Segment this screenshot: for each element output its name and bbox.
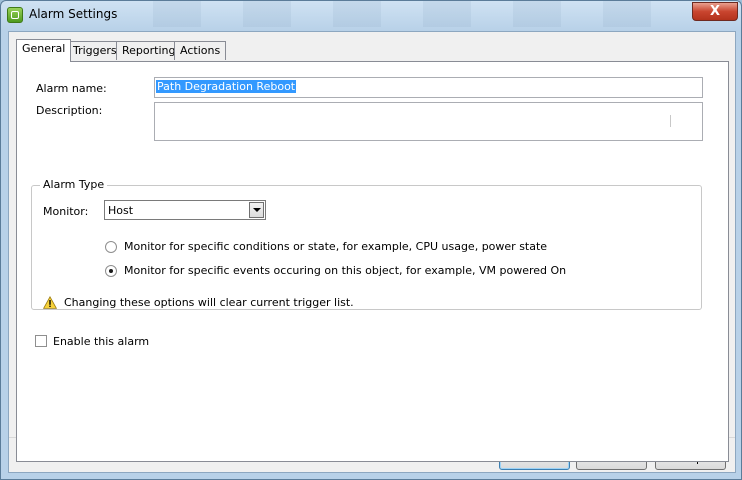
dialog-client-area: General Triggers Reporting Actions Alarm… (8, 31, 736, 473)
description-label: Description: (36, 104, 103, 117)
window-title: Alarm Settings (29, 7, 118, 21)
enable-alarm-label[interactable]: Enable this alarm (53, 335, 149, 348)
radio-monitor-events[interactable] (105, 265, 117, 277)
tab-reporting[interactable]: Reporting (116, 41, 182, 60)
tab-actions[interactable]: Actions (174, 41, 227, 60)
radio-monitor-events-label[interactable]: Monitor for specific events occuring on … (124, 264, 566, 277)
warning-text: Changing these options will clear curren… (64, 296, 354, 309)
titlebar[interactable]: Alarm Settings X (1, 1, 741, 29)
alarm-name-value: Path Degradation Reboot (156, 80, 297, 93)
text-caret (670, 115, 671, 127)
tab-triggers[interactable]: Triggers (67, 41, 123, 60)
enable-alarm-checkbox[interactable] (35, 335, 47, 347)
alarm-settings-window: Alarm Settings X General Triggers Report… (0, 0, 742, 480)
close-button[interactable]: X (692, 2, 738, 21)
general-tab-panel: Alarm name: Path Degradation Reboot Desc… (16, 61, 729, 462)
chevron-down-icon[interactable] (249, 202, 264, 218)
warning-icon (43, 296, 57, 309)
monitor-select[interactable]: Host (104, 200, 266, 220)
alarm-name-input[interactable]: Path Degradation Reboot (154, 77, 703, 98)
alarm-name-label: Alarm name: (36, 82, 107, 95)
description-input[interactable] (154, 102, 703, 141)
monitor-label: Monitor: (43, 205, 89, 218)
alarm-type-group-title: Alarm Type (40, 178, 108, 191)
tab-general[interactable]: General (16, 39, 72, 62)
radio-monitor-conditions[interactable] (105, 241, 117, 253)
vsphere-app-icon (7, 7, 23, 23)
monitor-select-value: Host (108, 204, 134, 217)
alarm-type-group: Alarm Type Monitor: Host Monitor for spe… (31, 178, 702, 310)
radio-monitor-conditions-label[interactable]: Monitor for specific conditions or state… (124, 240, 547, 253)
